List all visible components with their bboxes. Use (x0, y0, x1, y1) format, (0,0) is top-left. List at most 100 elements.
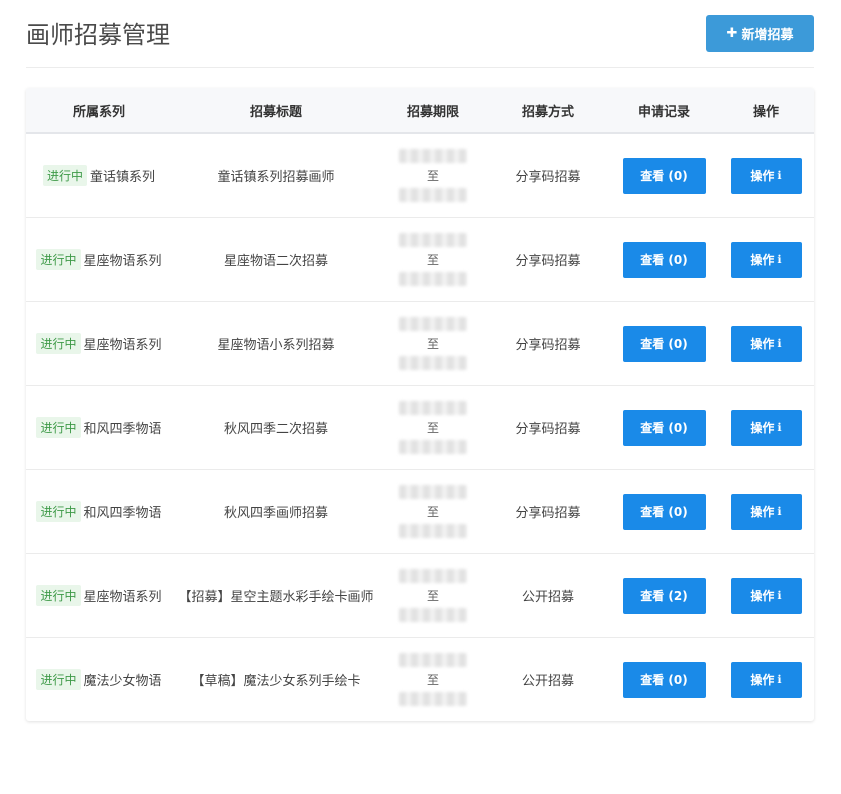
series-name: 魔法少女物语 (83, 674, 162, 689)
recruitment-title: 【草稿】魔法少女系列手绘卡 (191, 674, 361, 689)
table-row: 进行中 星座物语系列 【招募】星空主题水彩手绘卡画师至公开招募 查看 (2) 操作 ℹ (26, 554, 814, 638)
column-header-method: 招募方式 (521, 104, 574, 120)
recruitment-method: 公开招募 (521, 590, 574, 605)
header-divider (26, 67, 814, 68)
table-row: 进行中 和风四季物语 秋风四季二次招募 至 分享码招募 查看 (0) 操作 ℹ (26, 386, 814, 470)
start-date-redacted (399, 485, 467, 499)
view-records-button[interactable]: 查看 (0) (622, 325, 706, 362)
recruitment-method: 分享码招募 (515, 254, 581, 269)
view-records-button[interactable]: 查看 (0) (622, 409, 706, 446)
recruitment-method: 分享码招募 (515, 338, 581, 353)
actions-cell: 操作 ℹ (718, 409, 814, 446)
actions-button[interactable]: 操作 ℹ (730, 325, 802, 362)
actions-button[interactable]: 操作 ℹ (730, 493, 802, 530)
info-icon: ℹ (777, 253, 782, 266)
records-cell: 查看 (0) (610, 493, 718, 530)
period-cell: 至 (380, 218, 486, 301)
add-recruitment-label: 新增招募 (741, 28, 794, 43)
view-records-button[interactable]: 查看 (2) (622, 577, 706, 614)
records-cell: 查看 (2) (610, 577, 718, 614)
records-cell: 查看 (0) (610, 157, 718, 194)
view-records-button[interactable]: 查看 (0) (622, 157, 706, 194)
recruitment-title: 秋风四季画师招募 (223, 506, 328, 521)
period-cell: 至 (380, 470, 486, 553)
add-recruitment-button[interactable]: ✚ 新增招募 (706, 15, 814, 52)
series-cell: 进行中 魔法少女物语 (26, 669, 172, 690)
series-name: 和风四季物语 (83, 422, 162, 437)
start-date-redacted (399, 317, 467, 331)
info-icon: ℹ (777, 337, 782, 350)
status-badge: 进行中 (36, 333, 81, 354)
view-records-button[interactable]: 查看 (0) (622, 661, 706, 698)
records-cell: 查看 (0) (610, 325, 718, 362)
status-badge: 进行中 (36, 249, 81, 270)
table-row: 进行中 星座物语系列 星座物语二次招募 至 分享码招募 查看 (0) 操作 ℹ (26, 218, 814, 302)
period-separator: 至 (426, 169, 439, 183)
column-header-title: 招募标题 (249, 104, 302, 120)
actions-label: 操作 (750, 673, 775, 687)
series-cell: 进行中 星座物语系列 (26, 585, 172, 606)
period-cell: 至 (380, 302, 486, 385)
series-cell: 进行中 和风四季物语 (26, 501, 172, 522)
actions-label: 操作 (750, 253, 775, 267)
column-header-records: 申请记录 (637, 104, 690, 120)
start-date-redacted (399, 149, 467, 163)
plus-icon: ✚ (726, 26, 738, 41)
table-row: 进行中 童话镇系列 童话镇系列招募画师 至 分享码招募 查看 (0) 操作 ℹ (26, 134, 814, 218)
actions-label: 操作 (750, 337, 775, 351)
recruitment-table: 所属系列 招募标题 招募期限 招募方式 申请记录 操作 进行中 童话镇系列 童话镇系… (26, 88, 814, 721)
end-date-redacted (399, 356, 467, 370)
view-records-button[interactable]: 查看 (0) (622, 493, 706, 530)
end-date-redacted (399, 608, 467, 622)
period-cell: 至 (380, 554, 486, 637)
column-header-series: 所属系列 (72, 104, 125, 120)
actions-cell: 操作 ℹ (718, 241, 814, 278)
actions-cell: 操作 ℹ (718, 577, 814, 614)
actions-label: 操作 (750, 169, 775, 183)
actions-cell: 操作 ℹ (718, 661, 814, 698)
recruitment-title: 童话镇系列招募画师 (217, 170, 335, 185)
start-date-redacted (399, 569, 467, 583)
series-cell: 进行中 星座物语系列 (26, 249, 172, 270)
actions-button[interactable]: 操作 ℹ (730, 577, 802, 614)
period-cell: 至 (380, 638, 486, 721)
period-cell: 至 (380, 134, 486, 217)
actions-label: 操作 (750, 589, 775, 603)
period-separator: 至 (426, 589, 439, 603)
table-row: 进行中 魔法少女物语 【草稿】魔法少女系列手绘卡 至 公开招募 查看 (0) 操作 ℹ (26, 638, 814, 721)
recruitment-method: 公开招募 (521, 674, 574, 689)
records-cell: 查看 (0) (610, 661, 718, 698)
period-separator: 至 (426, 337, 439, 351)
period-separator: 至 (426, 673, 439, 687)
status-badge: 进行中 (36, 501, 81, 522)
table-header: 所属系列 招募标题 招募期限 招募方式 申请记录 操作 (26, 88, 814, 134)
recruitment-title: 【招募】星空主题水彩手绘卡画师 (178, 590, 374, 605)
series-name: 和风四季物语 (83, 506, 162, 521)
actions-label: 操作 (750, 505, 775, 519)
view-records-button[interactable]: 查看 (0) (622, 241, 706, 278)
period-separator: 至 (426, 421, 439, 435)
actions-cell: 操作 ℹ (718, 157, 814, 194)
start-date-redacted (399, 653, 467, 667)
records-cell: 查看 (0) (610, 241, 718, 278)
info-icon: ℹ (777, 421, 782, 434)
actions-button[interactable]: 操作 ℹ (730, 157, 802, 194)
actions-button[interactable]: 操作 ℹ (730, 661, 802, 698)
actions-button[interactable]: 操作 ℹ (730, 409, 802, 446)
start-date-redacted (399, 401, 467, 415)
recruitment-title: 秋风四季二次招募 (223, 422, 328, 437)
actions-button[interactable]: 操作 ℹ (730, 241, 802, 278)
recruitment-method: 分享码招募 (515, 506, 581, 521)
status-badge: 进行中 (36, 585, 81, 606)
recruitment-method: 分享码招募 (515, 422, 581, 437)
status-badge: 进行中 (36, 417, 81, 438)
table-row: 进行中 和风四季物语 秋风四季画师招募 至 分享码招募 查看 (0) 操作 ℹ (26, 470, 814, 554)
actions-cell: 操作 ℹ (718, 325, 814, 362)
series-cell: 进行中 星座物语系列 (26, 333, 172, 354)
series-name: 星座物语系列 (83, 590, 162, 605)
recruitment-title: 星座物语二次招募 (223, 254, 328, 269)
status-badge: 进行中 (42, 165, 87, 186)
series-cell: 进行中 童话镇系列 (26, 165, 172, 186)
series-name: 星座物语系列 (83, 254, 162, 269)
actions-cell: 操作 ℹ (718, 493, 814, 530)
